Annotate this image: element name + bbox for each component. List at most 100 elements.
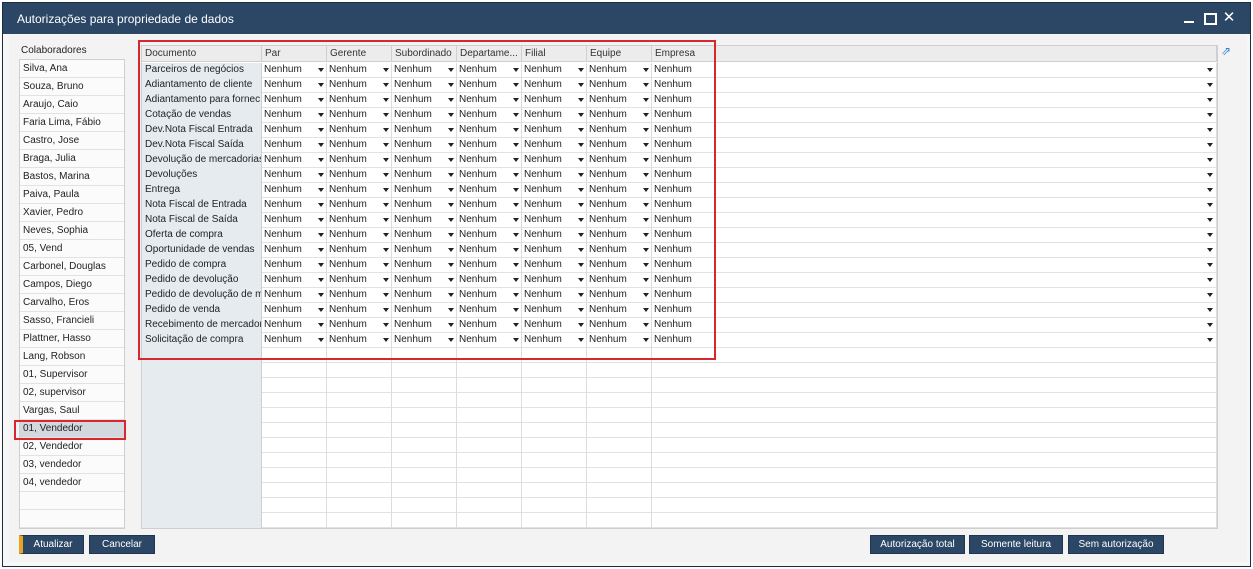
authorization-select[interactable]: Nenhum: [392, 318, 457, 333]
authorization-select[interactable]: Nenhum: [327, 168, 392, 183]
dropdown-arrow-icon[interactable]: [318, 278, 324, 282]
dropdown-arrow-icon[interactable]: [643, 98, 649, 102]
authorization-select[interactable]: Nenhum: [652, 168, 1217, 183]
dropdown-arrow-icon[interactable]: [1207, 323, 1213, 327]
dropdown-arrow-icon[interactable]: [578, 83, 584, 87]
maximize-icon[interactable]: [1201, 9, 1217, 27]
dropdown-arrow-icon[interactable]: [1207, 293, 1213, 297]
dropdown-arrow-icon[interactable]: [1207, 233, 1213, 237]
authorization-select[interactable]: Nenhum: [262, 333, 327, 348]
dropdown-arrow-icon[interactable]: [643, 173, 649, 177]
authorization-select[interactable]: Nenhum: [522, 183, 587, 198]
authorization-select[interactable]: Nenhum: [587, 108, 652, 123]
expand-arrow-icon[interactable]: ⇗: [1220, 45, 1232, 57]
dropdown-arrow-icon[interactable]: [578, 233, 584, 237]
authorization-select[interactable]: Nenhum: [327, 258, 392, 273]
dropdown-arrow-icon[interactable]: [448, 113, 454, 117]
authorization-select[interactable]: Nenhum: [522, 123, 587, 138]
dropdown-arrow-icon[interactable]: [448, 263, 454, 267]
column-header[interactable]: Par: [262, 46, 327, 62]
authorization-select[interactable]: Nenhum: [327, 123, 392, 138]
dropdown-arrow-icon[interactable]: [383, 308, 389, 312]
dropdown-arrow-icon[interactable]: [643, 113, 649, 117]
dropdown-arrow-icon[interactable]: [1207, 173, 1213, 177]
dropdown-arrow-icon[interactable]: [318, 233, 324, 237]
authorization-select[interactable]: Nenhum: [457, 243, 522, 258]
dropdown-arrow-icon[interactable]: [513, 218, 519, 222]
authorization-select[interactable]: Nenhum: [587, 123, 652, 138]
authorization-select[interactable]: Nenhum: [327, 108, 392, 123]
colaborador-item[interactable]: Sasso, Francieli: [20, 312, 124, 330]
dropdown-arrow-icon[interactable]: [1207, 338, 1213, 342]
dropdown-arrow-icon[interactable]: [513, 83, 519, 87]
dropdown-arrow-icon[interactable]: [643, 308, 649, 312]
dropdown-arrow-icon[interactable]: [448, 278, 454, 282]
authorization-select[interactable]: Nenhum: [262, 273, 327, 288]
authorization-select[interactable]: Nenhum: [392, 138, 457, 153]
authorization-select[interactable]: Nenhum: [652, 138, 1217, 153]
colaborador-item[interactable]: Braga, Julia: [20, 150, 124, 168]
authorization-select[interactable]: Nenhum: [587, 63, 652, 78]
dropdown-arrow-icon[interactable]: [1207, 98, 1213, 102]
authorization-select[interactable]: Nenhum: [522, 318, 587, 333]
dropdown-arrow-icon[interactable]: [513, 143, 519, 147]
dropdown-arrow-icon[interactable]: [383, 158, 389, 162]
dropdown-arrow-icon[interactable]: [1207, 113, 1213, 117]
authorization-select[interactable]: Nenhum: [587, 273, 652, 288]
dropdown-arrow-icon[interactable]: [1207, 188, 1213, 192]
dropdown-arrow-icon[interactable]: [643, 278, 649, 282]
authorization-select[interactable]: Nenhum: [327, 303, 392, 318]
dropdown-arrow-icon[interactable]: [513, 128, 519, 132]
dropdown-arrow-icon[interactable]: [383, 233, 389, 237]
somente-leitura-button[interactable]: Somente leitura: [969, 535, 1063, 554]
dropdown-arrow-icon[interactable]: [578, 263, 584, 267]
authorization-select[interactable]: Nenhum: [262, 198, 327, 213]
dropdown-arrow-icon[interactable]: [513, 188, 519, 192]
authorization-select[interactable]: Nenhum: [392, 228, 457, 243]
dropdown-arrow-icon[interactable]: [318, 188, 324, 192]
dropdown-arrow-icon[interactable]: [448, 233, 454, 237]
authorization-select[interactable]: Nenhum: [457, 318, 522, 333]
authorization-select[interactable]: Nenhum: [327, 198, 392, 213]
dropdown-arrow-icon[interactable]: [383, 278, 389, 282]
colaborador-item[interactable]: Vargas, Saul: [20, 402, 124, 420]
dropdown-arrow-icon[interactable]: [643, 68, 649, 72]
authorization-select[interactable]: Nenhum: [652, 183, 1217, 198]
authorization-select[interactable]: Nenhum: [262, 303, 327, 318]
dropdown-arrow-icon[interactable]: [578, 308, 584, 312]
dropdown-arrow-icon[interactable]: [643, 143, 649, 147]
column-header[interactable]: Subordinado: [392, 46, 457, 62]
dropdown-arrow-icon[interactable]: [513, 263, 519, 267]
authorization-select[interactable]: Nenhum: [457, 108, 522, 123]
column-header[interactable]: Empresa: [652, 46, 1217, 62]
authorization-select[interactable]: Nenhum: [652, 213, 1217, 228]
authorization-select[interactable]: Nenhum: [652, 93, 1217, 108]
dropdown-arrow-icon[interactable]: [513, 248, 519, 252]
minimize-icon[interactable]: [1181, 9, 1197, 27]
authorization-select[interactable]: Nenhum: [587, 198, 652, 213]
dropdown-arrow-icon[interactable]: [383, 203, 389, 207]
dropdown-arrow-icon[interactable]: [513, 293, 519, 297]
authorization-select[interactable]: Nenhum: [392, 288, 457, 303]
colaborador-item[interactable]: Neves, Sophia: [20, 222, 124, 240]
dropdown-arrow-icon[interactable]: [578, 98, 584, 102]
authorization-select[interactable]: Nenhum: [587, 138, 652, 153]
authorization-select[interactable]: Nenhum: [587, 93, 652, 108]
authorization-select[interactable]: Nenhum: [327, 318, 392, 333]
authorization-select[interactable]: Nenhum: [587, 333, 652, 348]
dropdown-arrow-icon[interactable]: [318, 263, 324, 267]
dropdown-arrow-icon[interactable]: [1207, 158, 1213, 162]
dropdown-arrow-icon[interactable]: [513, 323, 519, 327]
dropdown-arrow-icon[interactable]: [448, 203, 454, 207]
authorization-select[interactable]: Nenhum: [392, 93, 457, 108]
authorization-select[interactable]: Nenhum: [327, 153, 392, 168]
dropdown-arrow-icon[interactable]: [448, 188, 454, 192]
dropdown-arrow-icon[interactable]: [643, 83, 649, 87]
authorization-select[interactable]: Nenhum: [262, 108, 327, 123]
authorization-select[interactable]: Nenhum: [652, 198, 1217, 213]
dropdown-arrow-icon[interactable]: [578, 203, 584, 207]
dropdown-arrow-icon[interactable]: [318, 338, 324, 342]
authorization-select[interactable]: Nenhum: [587, 243, 652, 258]
authorization-select[interactable]: Nenhum: [392, 78, 457, 93]
authorization-select[interactable]: Nenhum: [262, 168, 327, 183]
